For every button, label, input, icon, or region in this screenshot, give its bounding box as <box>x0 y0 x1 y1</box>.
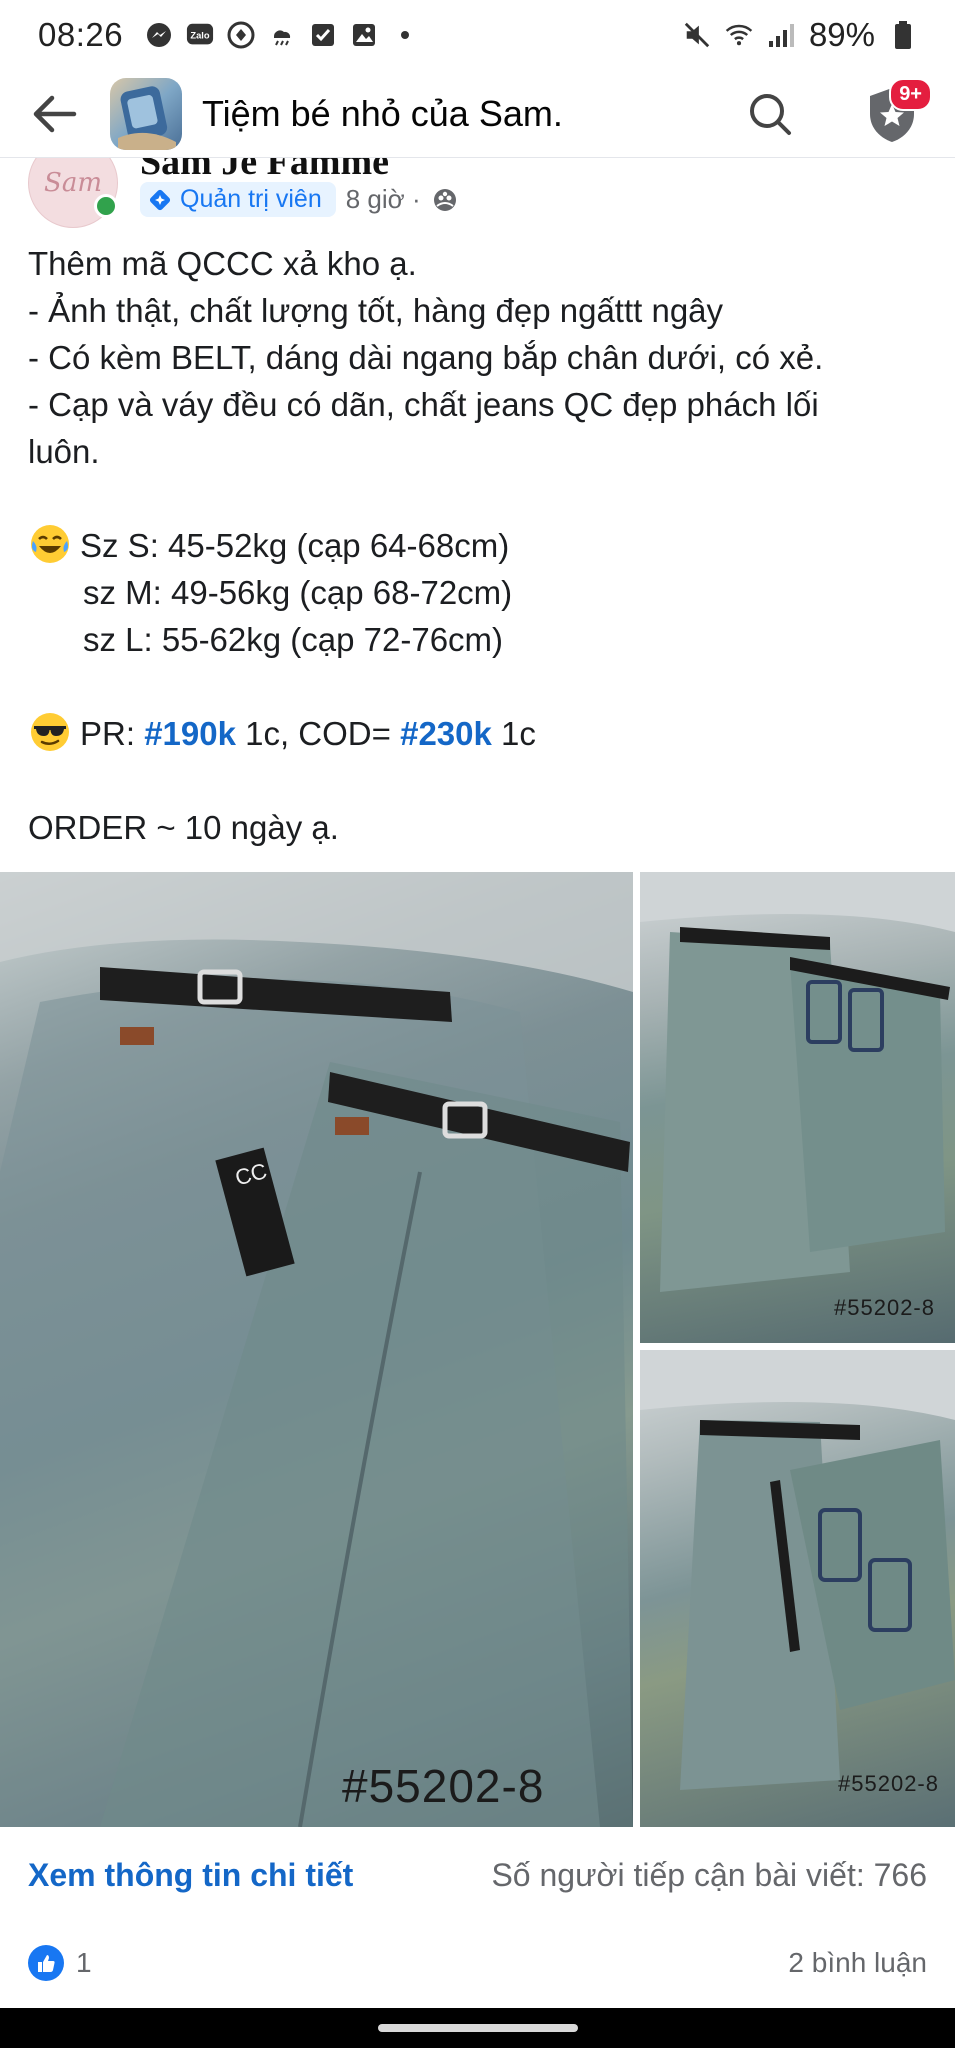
product-code-label: #55202-8 <box>838 1771 939 1796</box>
post-time[interactable]: 8 giờ · <box>346 184 421 215</box>
wifi-icon <box>725 21 753 49</box>
back-button[interactable] <box>24 84 84 144</box>
post-insights-row: Xem thông tin chi tiết Số người tiếp cận… <box>0 1832 955 1918</box>
group-avatar[interactable] <box>110 77 182 150</box>
price-line: PR: #190k 1c, COD= #230k 1c <box>28 710 928 757</box>
post-line: ORDER ~ 10 ngày ạ. <box>28 809 339 846</box>
author-name[interactable]: Sam Je Famme <box>140 158 389 184</box>
post-line: - Cạp và váy đều có dãn, chất jeans QC đ… <box>28 386 819 423</box>
size-line-s: Sz S: 45-52kg (cạp 64-68cm) <box>28 522 928 569</box>
reactions-row: 1 2 bình luận <box>0 1918 955 2008</box>
battery-percent: 89% <box>808 16 875 53</box>
mute-icon <box>683 21 711 49</box>
battery-icon <box>889 21 917 49</box>
weather-icon <box>268 21 296 49</box>
zalo-icon-text: Zalo <box>191 31 210 41</box>
product-photo-main[interactable]: CC #55202-8 <box>0 872 633 1827</box>
gallery-icon <box>350 21 378 49</box>
search-icon <box>750 94 791 135</box>
notification-app-icon <box>227 21 255 49</box>
search-button[interactable] <box>740 84 800 144</box>
post-photo-grid: CC #55202-8 #55202-8 #55202-8 <box>0 872 955 1827</box>
system-nav-bar <box>0 2008 955 2048</box>
size-s-text: Sz S: 45-52kg (cạp 64-68cm) <box>80 527 510 564</box>
admin-badge[interactable]: Quản trị viên <box>140 182 336 217</box>
post-text: Thêm mã QCCC xả kho ạ. - Ảnh thật, chất … <box>28 240 928 851</box>
post-line: - Có kèm BELT, dáng dài ngang bắp chân d… <box>28 339 824 376</box>
product-code-label: #55202-8 <box>834 1295 935 1320</box>
checkbox-icon <box>309 21 337 49</box>
avatar-logo-text: Sam <box>44 168 102 198</box>
group-app-bar: Tiệm bé nhỏ của Sam. 9+ <box>0 70 955 158</box>
post-reach: Số người tiếp cận bài viết: 766 <box>491 1856 927 1893</box>
zalo-icon: Zalo <box>186 21 214 49</box>
home-gesture-handle[interactable] <box>377 2024 578 2032</box>
status-right-icons: 89% <box>683 16 917 54</box>
group-audience-icon <box>433 188 456 211</box>
price-mid: 1c, COD= <box>235 715 401 752</box>
more-dot-icon <box>391 21 419 49</box>
status-time: 08:26 <box>38 16 124 53</box>
post-line: - Ảnh thật, chất lượng tốt, hàng đẹp ngấ… <box>28 292 724 329</box>
comment-count[interactable]: 2 bình luận <box>788 1947 927 1979</box>
size-line-l: sz L: 55-62kg (cạp 72-76cm) <box>83 621 504 658</box>
view-details-link[interactable]: Xem thông tin chi tiết <box>28 1857 353 1894</box>
group-title[interactable]: Tiệm bé nhỏ của Sam. <box>202 93 563 135</box>
hashtag-link[interactable]: #190k <box>144 715 236 752</box>
hashtag-link[interactable]: #230k <box>400 715 492 752</box>
diamond-icon <box>149 189 171 210</box>
price-suffix: 1c <box>491 715 536 752</box>
post-line: Thêm mã QCCC xả kho ạ. <box>28 245 417 282</box>
product-photo-bottom-right[interactable]: #55202-8 <box>640 1350 955 1827</box>
laughing-tears-emoji-icon <box>31 525 69 563</box>
size-line-m: sz M: 49-56kg (cạp 68-72cm) <box>83 574 513 611</box>
like-reaction-icon[interactable] <box>28 1945 64 1981</box>
online-status-dot <box>94 194 118 218</box>
notification-badge: 9+ <box>889 78 932 111</box>
price-prefix: PR: <box>80 715 145 752</box>
sunglasses-emoji-icon <box>31 713 69 751</box>
product-code-label: #55202-8 <box>342 1760 545 1812</box>
admin-role-label: Quản trị viên <box>180 185 322 213</box>
group-badge-button[interactable]: 9+ <box>860 78 932 146</box>
messenger-icon <box>145 21 173 49</box>
status-notification-icons: Zalo <box>145 21 419 49</box>
arrow-left-icon <box>33 95 77 132</box>
post-header: Sam Je Famme Sam Quản trị viên 8 giờ · <box>0 158 955 228</box>
signal-icon <box>767 21 795 49</box>
status-bar: 08:26 Zalo 89% <box>0 0 955 70</box>
like-count[interactable]: 1 <box>76 1947 92 1979</box>
post-line: luôn. <box>28 433 100 470</box>
post-meta: Quản trị viên 8 giờ · <box>140 182 459 217</box>
product-photo-top-right[interactable]: #55202-8 <box>640 872 955 1343</box>
